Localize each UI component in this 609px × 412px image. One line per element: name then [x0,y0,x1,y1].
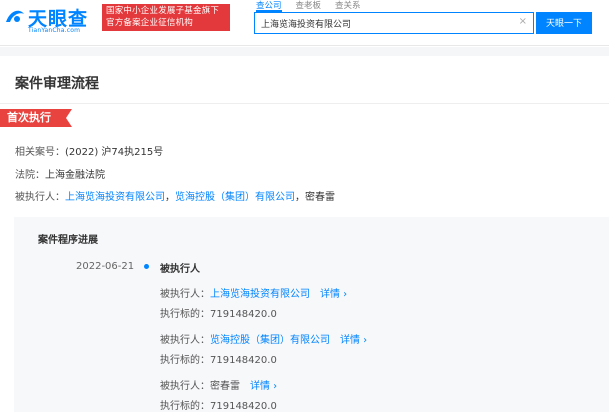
entry-3-target: 执行标的：719148420.0 [160,397,277,412]
separator: ， [295,192,305,203]
separator: ， [165,192,175,203]
search-input[interactable] [261,13,511,33]
target-value: 719148420.0 [210,355,277,366]
entry-2-detail-link[interactable]: 详情 › [340,335,367,346]
tab-boss[interactable]: 查老板 [296,0,322,12]
executed-label: 被执行人： [15,192,65,203]
title-divider [0,103,609,104]
entry-2-target: 执行标的：719148420.0 [160,351,277,366]
party-label: 被执行人： [160,335,210,346]
logo-domain: TianYanCha.com [28,27,81,34]
case-number-label: 相关案号： [15,147,65,158]
party-label: 被执行人： [160,381,210,392]
entry-3-party-name: 密春雷 [210,381,240,392]
case-number-value: (2022) 沪74执215号 [65,147,164,158]
tab-company[interactable]: 查公司 [256,0,282,12]
main-content: 案件审理流程 首次执行 相关案号：(2022) 沪74执215号 法院：上海金融… [0,47,609,412]
case-number-field: 相关案号：(2022) 沪74执215号 [15,143,163,158]
target-label: 执行标的： [160,309,210,320]
entry-1-party: 被执行人：上海览海投资有限公司 详情 › [160,285,347,300]
entry-2-party-link[interactable]: 览海控股（集团）有限公司 [210,335,330,346]
event-title: 被执行人 [160,264,200,275]
official-badge: 国家中小企业发展子基金旗下 官方备案企业征信机构 [102,4,230,31]
entry-3-party: 被执行人：密春雷 详情 › [160,377,277,392]
badge-line-1: 国家中小企业发展子基金旗下 [106,6,220,16]
court-field: 法院：上海金融法院 [15,166,105,181]
logo-eye-icon [6,10,24,22]
event-date: 2022-06-21 [76,261,135,272]
target-label: 执行标的： [160,355,210,366]
section-gap [0,47,609,56]
party-label: 被执行人： [160,289,210,300]
entry-2-party: 被执行人：览海控股（集团）有限公司 详情 › [160,331,367,346]
progress-title: 案件程序进展 [38,235,98,246]
executed-party-field: 被执行人：上海览海投资有限公司，览海控股（集团）有限公司，密春雷 [15,188,335,203]
tianyancha-logo[interactable]: 天眼查 TianYanCha.com [4,4,100,38]
search-tabs: 查公司 查老板 查关系 [256,0,375,12]
court-label: 法院： [15,170,45,181]
target-value: 719148420.0 [210,309,277,320]
search-box: × [254,12,534,34]
entry-1-party-link[interactable]: 上海览海投资有限公司 [210,289,310,300]
badge-line-2: 官方备案企业征信机构 [106,18,194,28]
top-header: 天眼查 TianYanCha.com 国家中小企业发展子基金旗下 官方备案企业征… [0,0,609,46]
timeline-dot [144,264,149,269]
party-link-1[interactable]: 上海览海投资有限公司 [65,192,165,203]
search-button[interactable]: 天眼一下 [536,12,592,34]
entry-1-target: 执行标的：719148420.0 [160,305,277,320]
progress-panel: 案件程序进展 2022-06-21 被执行人 被执行人：上海览海投资有限公司 详情… [14,217,609,412]
clear-icon[interactable]: × [519,16,527,27]
target-value: 719148420.0 [210,401,277,412]
stage-tag: 首次执行 [0,109,72,127]
target-label: 执行标的： [160,401,210,412]
party-link-2[interactable]: 览海控股（集团）有限公司 [175,192,295,203]
page-title: 案件审理流程 [15,76,99,92]
tab-relation[interactable]: 查关系 [335,0,361,12]
party-name-3: 密春雷 [305,192,335,203]
entry-1-detail-link[interactable]: 详情 › [320,289,347,300]
court-value: 上海金融法院 [45,170,105,181]
entry-3-detail-link[interactable]: 详情 › [250,381,277,392]
